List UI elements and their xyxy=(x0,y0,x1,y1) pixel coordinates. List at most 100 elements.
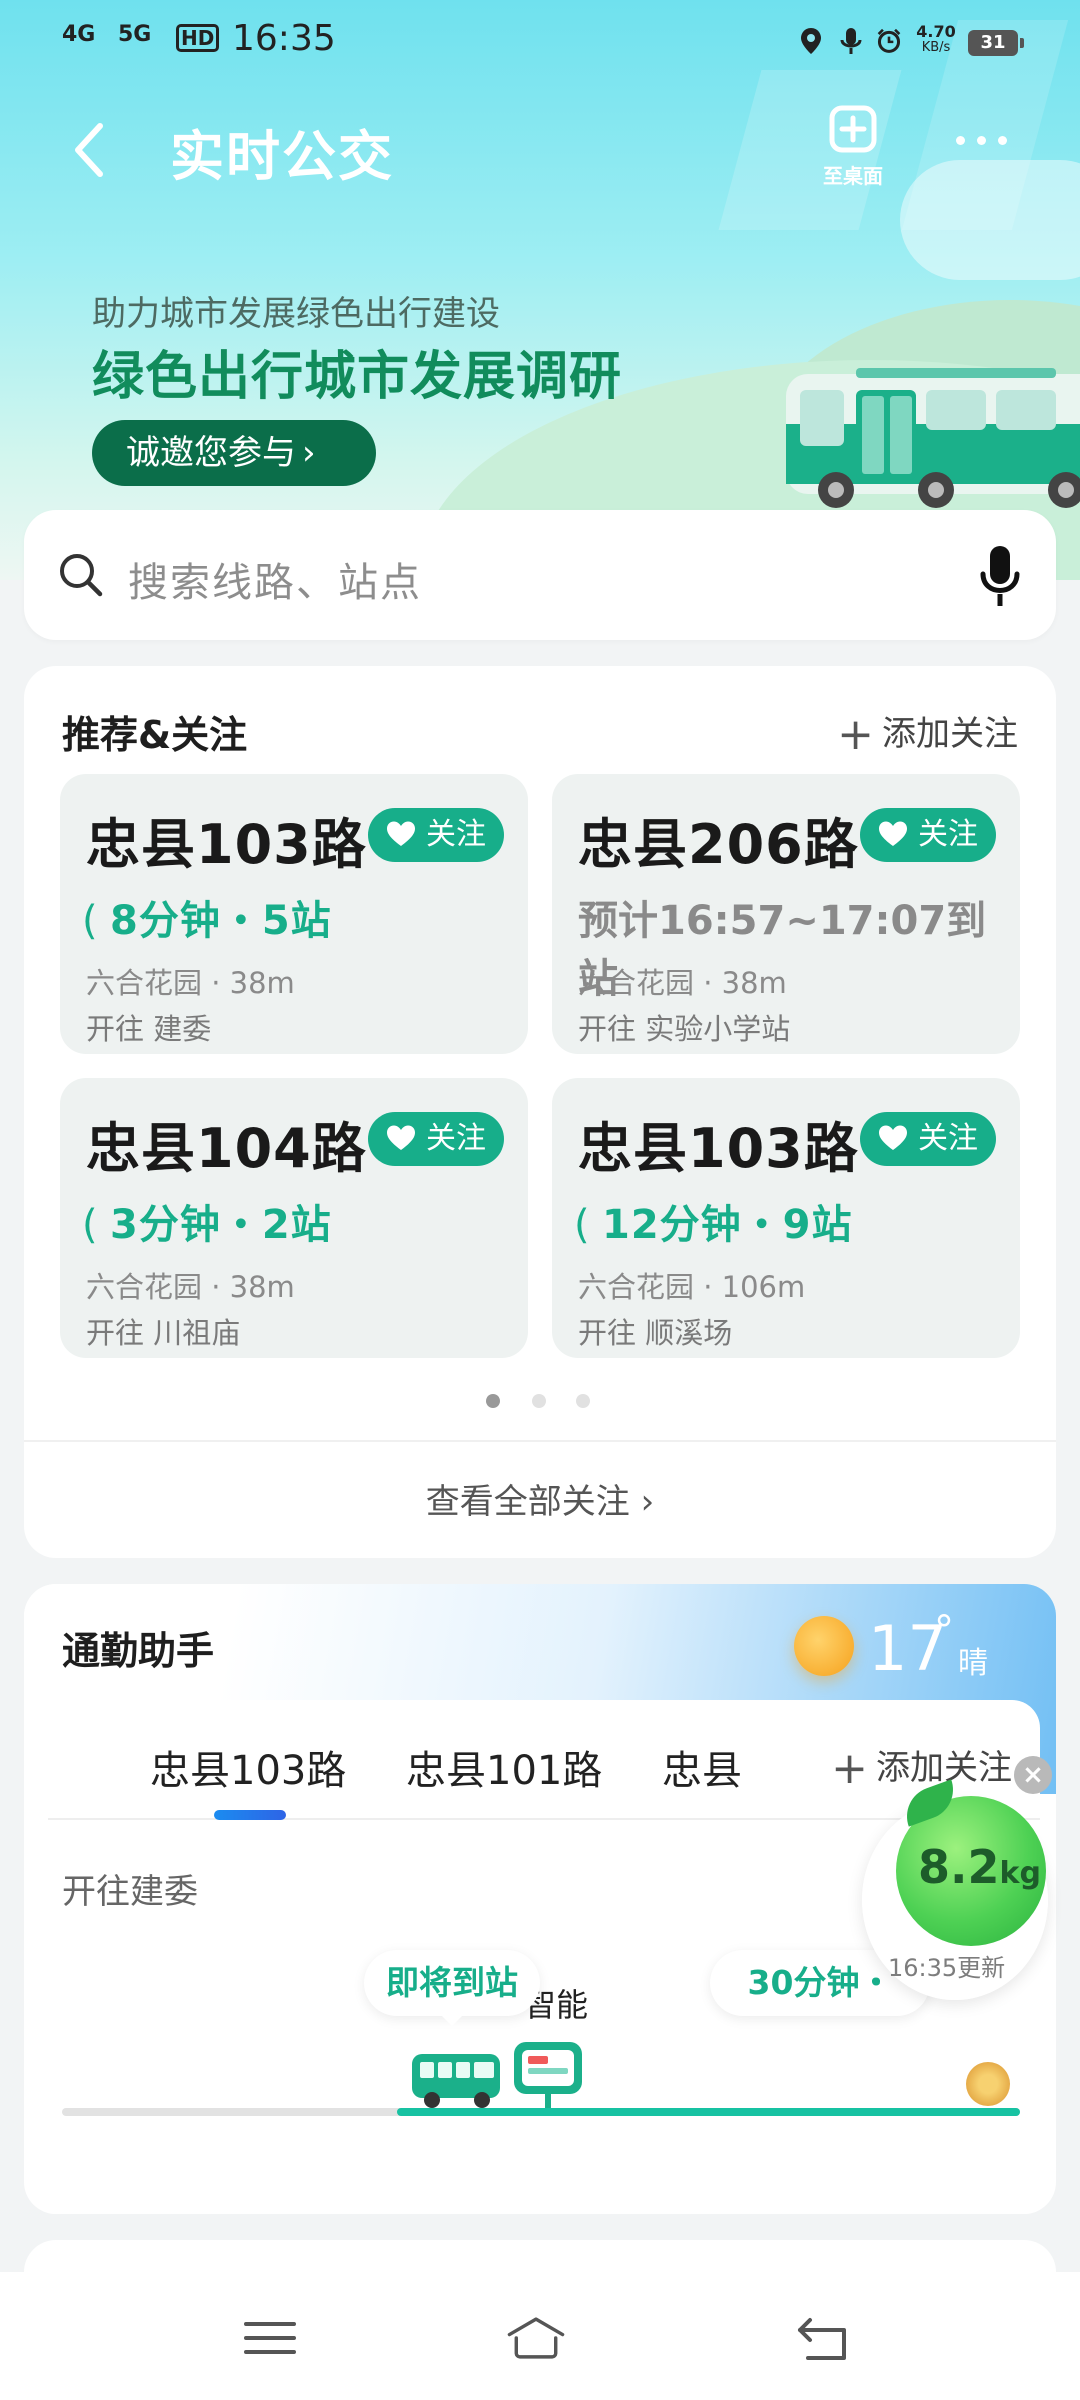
route-direction: 开往 川祖庙 xyxy=(86,1316,241,1350)
more-options-button[interactable] xyxy=(950,130,1016,166)
home-icon[interactable] xyxy=(506,2312,566,2364)
bus-illustration xyxy=(786,368,1080,508)
follow-button[interactable]: 关注 xyxy=(368,808,504,862)
eta-text: 12分钟・9站 xyxy=(602,1202,853,1248)
route-tile[interactable]: 忠县103路 关注 (8分钟・5站 六合花园 · 38m 开往 建委 xyxy=(60,774,528,1054)
back-icon[interactable] xyxy=(70,120,110,180)
commute-add-follow-button[interactable]: + 添加关注 xyxy=(831,1740,1012,1794)
weather-condition: 晴 xyxy=(958,1646,988,1681)
participate-button[interactable]: 诚邀您参与 › xyxy=(92,420,376,486)
follow-button[interactable]: 关注 xyxy=(860,808,996,862)
view-all-follows-link[interactable]: 查看全部关注 › xyxy=(24,1474,1056,1523)
degree-symbol: ° xyxy=(934,1608,954,1654)
add-to-desktop-button[interactable]: 至桌面 xyxy=(808,104,898,204)
heart-icon xyxy=(879,1125,907,1150)
status-bar: 4G 5G HD 16:35 4.70 KB/s 31 xyxy=(0,0,1080,84)
page-dot-active xyxy=(486,1394,500,1408)
tab-route-103[interactable]: 忠县103路 xyxy=(150,1738,346,1820)
route-name: 忠县104路 xyxy=(86,1117,367,1180)
stop-distance: 六合花园 · 106m xyxy=(578,1270,806,1304)
route-direction: 开往 实验小学站 xyxy=(578,1012,791,1046)
network-speed: 4.70 KB/s xyxy=(914,24,958,56)
arriving-bubble: 即将到站 xyxy=(364,1950,540,2026)
tab-route-partial[interactable]: 忠县 xyxy=(662,1738,742,1796)
bus-icon xyxy=(412,2054,500,2108)
microphone-status-icon xyxy=(840,28,862,54)
plus-icon: + xyxy=(837,709,874,760)
follow-button[interactable]: 关注 xyxy=(860,1112,996,1166)
heart-icon xyxy=(879,821,907,846)
carbon-number: 8.2 xyxy=(918,1840,1000,1894)
close-icon[interactable]: × xyxy=(1014,1756,1052,1794)
tab-route-101[interactable]: 忠县101路 xyxy=(406,1738,602,1796)
stop-distance: 六合花园 · 38m xyxy=(86,1270,295,1304)
arrival-eta: (12分钟・9站 xyxy=(574,1192,853,1250)
realtime-signal-icon: ( xyxy=(574,1202,591,1248)
carbon-value: 8.2kg xyxy=(918,1840,1041,1894)
add-desktop-icon xyxy=(829,105,877,153)
chevron-right-icon: › xyxy=(302,433,316,473)
add-follow-label: 添加关注 xyxy=(882,714,1018,754)
search-icon xyxy=(60,554,103,597)
page-indicator xyxy=(486,1390,596,1410)
commute-title: 通勤助手 xyxy=(62,1629,215,1673)
system-navigation-bar xyxy=(0,2272,1080,2400)
alarm-icon xyxy=(877,28,901,53)
eta-text: 3分钟・2站 xyxy=(110,1202,332,1248)
menu-icon[interactable] xyxy=(240,2312,300,2364)
carbon-unit: kg xyxy=(999,1856,1041,1891)
page-title: 实时公交 xyxy=(170,125,394,188)
route-progress-fill xyxy=(397,2108,1020,2116)
hd-badge: HD xyxy=(176,24,220,52)
add-desktop-label: 至桌面 xyxy=(823,164,883,188)
follow-label: 关注 xyxy=(918,817,978,852)
stop-distance: 六合花园 · 38m xyxy=(86,966,295,1000)
divider xyxy=(24,1440,1056,1442)
arrival-eta: (8分钟・5站 xyxy=(82,888,332,946)
tab-label: 忠县101路 xyxy=(406,1748,603,1794)
route-name: 忠县206路 xyxy=(578,813,859,876)
carbon-updated-time: 16:35更新 xyxy=(888,1954,1006,1982)
realtime-signal-icon: ( xyxy=(82,1202,99,1248)
battery-indicator: 31 xyxy=(968,30,1024,56)
view-all-label: 查看全部关注 xyxy=(425,1482,630,1522)
route-direction: 开往 顺溪场 xyxy=(578,1316,733,1350)
route-tile[interactable]: 忠县206路 关注 预计16:57~17:07到站 六合花园 · 38m 开往 … xyxy=(552,774,1020,1054)
back-nav-icon[interactable] xyxy=(794,2312,854,2364)
participate-label: 诚邀您参与 xyxy=(126,433,296,473)
add-follow-button[interactable]: + 添加关注 xyxy=(837,706,1018,760)
stop-distance: 六合花园 · 38m xyxy=(578,966,787,1000)
heart-icon xyxy=(387,821,415,846)
search-bar[interactable]: 搜索线路、站点 xyxy=(24,510,1056,640)
page-dot xyxy=(576,1394,590,1408)
sun-icon xyxy=(794,1616,854,1676)
banner-subtitle: 助力城市发展绿色出行建设 xyxy=(92,294,500,334)
arrival-eta: (3分钟・2站 xyxy=(82,1192,332,1250)
signal-5g: 5G xyxy=(118,22,152,47)
route-tabs: 忠县103路 忠县101路 忠县 + 添加关注 xyxy=(48,1700,1040,1820)
location-icon xyxy=(801,28,821,54)
route-direction: 开往 建委 xyxy=(86,1012,212,1046)
follow-label: 关注 xyxy=(426,817,486,852)
route-tile[interactable]: 忠县103路 关注 (12分钟・9站 六合花园 · 106m 开往 顺溪场 xyxy=(552,1078,1020,1358)
follow-label: 关注 xyxy=(918,1121,978,1156)
signal-4g: 4G xyxy=(62,22,96,47)
route-tile[interactable]: 忠县104路 关注 (3分钟・2站 六合花园 · 38m 开往 川祖庙 xyxy=(60,1078,528,1358)
recommend-title: 推荐&关注 xyxy=(62,713,248,757)
follow-button[interactable]: 关注 xyxy=(368,1112,504,1166)
speed-unit: KB/s xyxy=(921,40,951,55)
recommend-card: 推荐&关注 + 添加关注 忠县103路 关注 (8分钟・5站 六合花园 · 38m… xyxy=(24,666,1056,1558)
search-input[interactable]: 搜索线路、站点 xyxy=(128,550,422,608)
route-progress-track xyxy=(62,2108,1020,2116)
microphone-icon[interactable] xyxy=(980,544,1020,610)
chevron-right-icon: › xyxy=(629,1482,655,1522)
banner-title: 绿色出行城市发展调研 xyxy=(92,347,623,407)
eta-text: 8分钟・5站 xyxy=(110,898,332,944)
bus-stop-icon xyxy=(514,2042,582,2110)
follow-label: 关注 xyxy=(426,1121,486,1156)
status-time: 16:35 xyxy=(232,18,336,59)
route-name: 忠县103路 xyxy=(578,1117,859,1180)
avatar[interactable] xyxy=(966,2062,1010,2106)
carbon-saving-badge[interactable]: 8.2kg 16:35更新 × xyxy=(862,1756,1052,2000)
route-name: 忠县103路 xyxy=(86,813,367,876)
